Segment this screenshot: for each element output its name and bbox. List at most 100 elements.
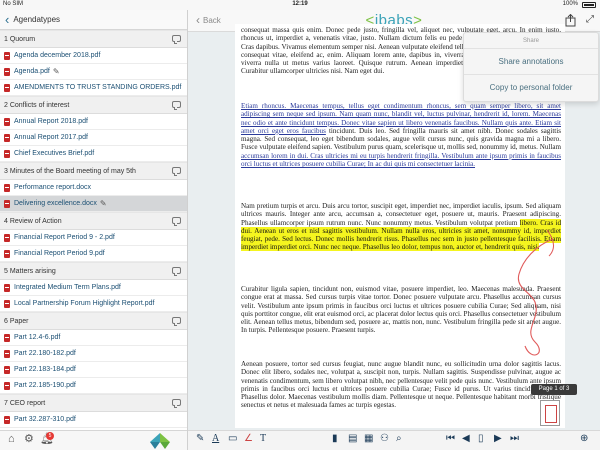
clock: 12:19 [292, 1, 308, 7]
page-thumbnail[interactable] [540, 400, 560, 426]
paragraph: Nam pretium turpis et arcu. Duis arcu to… [241, 202, 561, 252]
last-page-icon[interactable]: ⏭ [510, 434, 519, 444]
document-item[interactable]: Part 32.287-310.pdf [0, 412, 187, 428]
book-icon[interactable]: ▤ [348, 434, 357, 444]
first-page-icon[interactable]: ⏮ [446, 434, 455, 444]
next-page-icon[interactable]: ▶ [494, 434, 502, 444]
document-item[interactable]: Financial Report Period 9 - 2.pdf [0, 230, 187, 246]
document-name: Part 22.185-190.pdf [14, 382, 76, 389]
document-name: Financial Report Period 9.pdf [14, 250, 105, 257]
notification-badge: 5 [46, 432, 54, 440]
document-item[interactable]: Part 22.183-184.pdf [0, 362, 187, 378]
document-item[interactable]: Part 12.4-6.pdf [0, 330, 187, 346]
strike-text-icon[interactable]: ∠ [244, 434, 253, 444]
annotation-toolbar: ✎ A ▭ ∠ T ▮ ▤ ▦ ⚇ ⌕ ⏮ ◀ ▯ ▶ ⏭ ⊕ [188, 430, 600, 450]
comment-bubble-icon[interactable] [172, 167, 181, 176]
document-item[interactable]: Part 22.180-182.pdf [0, 346, 187, 362]
share-menu-title: Share [464, 33, 598, 49]
agenda-sidebar: ‹ Agendatypes 1 Quorum Agenda december 20… [0, 10, 188, 450]
file-icon [4, 283, 10, 292]
previous-page-icon[interactable]: ◀ [462, 434, 470, 444]
file-icon [4, 51, 10, 60]
zoom-icon[interactable]: ⊕ [580, 434, 588, 444]
document-item[interactable]: Annual Report 2018.pdf [0, 114, 187, 130]
document-item[interactable]: Agenda december 2018.pdf [0, 48, 187, 64]
agenda-section[interactable]: 1 Quorum [0, 30, 187, 48]
agenda-section[interactable]: 2 Conflicts of interest [0, 96, 187, 114]
agenda-section[interactable]: 4 Review of Action [0, 212, 187, 230]
gear-icon[interactable]: ⚙ [24, 434, 34, 445]
share-annotations-item[interactable]: Share annotations [464, 49, 598, 75]
share-icon[interactable] [565, 14, 576, 27]
pages-icon[interactable]: ▯ [478, 434, 484, 444]
document-name: Integrated Medium Term Plans.pdf [14, 284, 121, 291]
document-item[interactable]: Annual Report 2017.pdf [0, 130, 187, 146]
search-icon[interactable]: ⌕ [396, 434, 402, 444]
battery-percentage: 100% [562, 1, 578, 7]
document-name: Agenda.pdf [14, 68, 50, 75]
document-item[interactable]: Performance report.docx [0, 180, 187, 196]
document-item[interactable]: Agenda.pdf ✎ [0, 64, 187, 80]
file-icon [4, 381, 10, 390]
status-bar: No SIM 12:19 100% [0, 0, 600, 10]
document-name: AMENDMENTS TO TRUST STANDING ORDERS.pdf [14, 84, 182, 91]
document-item[interactable]: Integrated Medium Term Plans.pdf [0, 280, 187, 296]
users-icon[interactable]: ⚇ [380, 434, 389, 444]
comment-bubble-icon[interactable] [172, 267, 181, 276]
battery-icon [582, 2, 596, 8]
highlight-text-icon[interactable]: A [212, 434, 219, 444]
document-name: Chief Executives Brief.pdf [14, 150, 95, 157]
paragraph: Etiam rhoncus. Maecenas tempus, tellus e… [241, 102, 561, 168]
home-icon[interactable]: ⌂ [8, 434, 15, 445]
agenda-section-title: 2 Conflicts of interest [4, 101, 70, 109]
file-icon [4, 117, 10, 126]
share-menu: Share Share annotations Copy to personal… [463, 32, 599, 102]
file-icon [4, 299, 10, 308]
thumbnails-icon[interactable]: ▦ [364, 434, 373, 444]
agenda-list[interactable]: 1 Quorum Agenda december 2018.pdf Agenda.p… [0, 30, 187, 430]
document-item[interactable]: Chief Executives Brief.pdf [0, 146, 187, 162]
page-indicator: Page 1 of 3 [531, 384, 577, 395]
document-item[interactable]: Part 22.185-190.pdf [0, 378, 187, 394]
paragraph: Curabitur ligula sapien, tincidunt non, … [241, 285, 561, 335]
comment-bubble-icon[interactable] [172, 101, 181, 110]
paragraph-text: Nam pretium turpis et arcu. Duis arcu to… [241, 202, 561, 227]
file-icon [4, 183, 10, 192]
agenda-section[interactable]: 5 Matters arising [0, 262, 187, 280]
sidebar-title[interactable]: Agendatypes [13, 15, 60, 24]
sidebar-footer: ⌂ ⚙ 🔔︎ 5 [0, 430, 187, 450]
document-name: Part 32.287-310.pdf [14, 416, 76, 423]
file-icon [4, 349, 10, 358]
file-icon [4, 333, 10, 342]
document-item[interactable]: Financial Report Period 9.pdf [0, 246, 187, 262]
annotated-text[interactable]: accumsan lorem in dui. Cras ultricies mi… [241, 152, 561, 168]
text-tool-icon[interactable]: T [260, 434, 266, 444]
comment-bubble-icon[interactable] [172, 399, 181, 408]
file-icon [4, 83, 10, 92]
back-chevron-icon[interactable]: ‹ [5, 13, 9, 26]
agenda-section[interactable]: 3 Minutes of the Board meeting of may 5t… [0, 162, 187, 180]
comment-bubble-icon[interactable] [172, 217, 181, 226]
file-icon [4, 149, 10, 158]
document-item[interactable]: AMENDMENTS TO TRUST STANDING ORDERS.pdf [0, 80, 187, 96]
agenda-section-title: 3 Minutes of the Board meeting of may 5t… [4, 167, 136, 175]
bookmark-icon[interactable]: ▮ [332, 434, 338, 444]
agenda-section-title: 4 Review of Action [4, 217, 62, 225]
agenda-section-title: 6 Paper [4, 317, 29, 325]
agenda-section[interactable]: 7 CEO report [0, 394, 187, 412]
comment-icon[interactable]: ▭ [228, 434, 237, 444]
comment-bubble-icon[interactable] [172, 317, 181, 326]
pen-icon[interactable]: ✎ [196, 434, 204, 444]
document-name: Financial Report Period 9 - 2.pdf [14, 234, 115, 241]
document-name: Delivering excellence.docx [14, 200, 97, 207]
document-item[interactable]: Local Partnership Forum Highlight Report… [0, 296, 187, 312]
agenda-section[interactable]: 6 Paper [0, 312, 187, 330]
comment-bubble-icon[interactable] [172, 35, 181, 44]
document-name: Annual Report 2017.pdf [14, 134, 88, 141]
document-item[interactable]: Delivering excellence.docx ✎ [0, 196, 187, 212]
file-icon [4, 249, 10, 258]
expand-icon[interactable]: ⤢ [586, 15, 594, 25]
file-icon [4, 133, 10, 142]
copy-to-personal-folder-item[interactable]: Copy to personal folder [464, 75, 598, 101]
ibabs-logo-mark-icon [150, 433, 170, 449]
